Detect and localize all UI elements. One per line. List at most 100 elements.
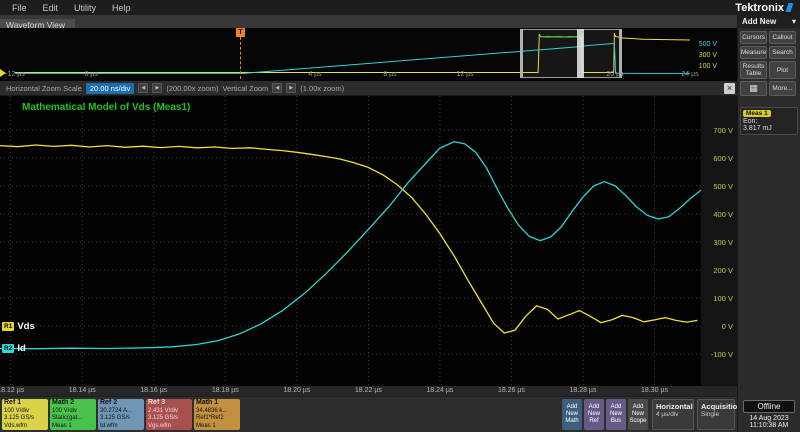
menu-bar: FileEditUtilityHelp Tektronix <box>0 0 800 15</box>
vertical-zoom-factor: (1.00x zoom) <box>300 84 344 93</box>
plot-canvas <box>0 96 737 386</box>
channel-badge-ref2[interactable]: Ref 230.2724 A...3.125 GS/sId.wfm <box>98 399 144 430</box>
badge-detail: Meas 1 <box>194 423 240 430</box>
results-table-button[interactable]: Results Table <box>740 61 767 79</box>
overview-time-label: 20 µs <box>600 71 630 78</box>
channel-badge-ref3[interactable]: Ref 32.431 V/div3.125 GS/sVgs.wfm <box>146 399 192 430</box>
badge-detail: 34.4836 k... <box>194 408 240 416</box>
channel-badge-math1[interactable]: Math 134.4836 k...Ref1*Ref2Meas 1 <box>194 399 240 430</box>
x-axis-tick-label: 18.30 µs <box>633 387 677 394</box>
add-new-scope-button[interactable]: AddNewScope <box>628 399 648 430</box>
horizontal-panel-title: Horizontal <box>656 402 690 411</box>
offline-button[interactable]: Offline <box>743 400 795 413</box>
add-new-math-button[interactable]: AddNewMath <box>562 399 582 430</box>
meas1-badge[interactable]: Meas 1 <box>743 110 771 117</box>
plot-annotation: Mathematical Model of Vds (Meas1) <box>22 102 190 113</box>
acquisition-mode-value: Single <box>701 411 731 418</box>
x-axis-tick-label: 18.20 µs <box>275 387 319 394</box>
x-axis-labels: 18.12 µs18.14 µs18.16 µs18.18 µs18.20 µs… <box>0 386 737 396</box>
add-new-bus-button[interactable]: AddNewBus <box>606 399 626 430</box>
zoom-view-bar[interactable] <box>577 29 584 78</box>
tektronix-logo: Tektronix <box>735 2 800 14</box>
y-axis-tick-label: 100 V <box>703 294 733 303</box>
cursors-button[interactable]: Cursors <box>740 31 767 44</box>
status-clock: Offline 14 Aug 2023 11:10:38 AM <box>738 400 800 429</box>
meas1-result-row: 3.817 mJ <box>743 125 795 132</box>
plot-button[interactable]: Plot <box>769 61 796 79</box>
x-axis-tick-label: 18.14 µs <box>60 387 104 394</box>
zoom-window-left-handle[interactable] <box>520 29 523 78</box>
zoom-toolbar: Horizontal Zoom Scale 20.00 ns/div ◀ ▶ (… <box>0 81 737 96</box>
meas1-panel[interactable]: Meas 1 Eon:3.817 mJ <box>740 107 798 135</box>
overview-time-label: 24 µs <box>675 71 705 78</box>
badge-detail: Id.wfm <box>98 423 144 430</box>
x-axis-tick-label: 18.26 µs <box>489 387 533 394</box>
trigger-marker[interactable]: T <box>236 28 245 37</box>
badge-title: Ref 3 <box>146 399 192 408</box>
badge-grid-icon: ▦ <box>749 83 758 94</box>
add-new-header[interactable]: Add New ▾ <box>738 15 800 28</box>
badge-title: Math 2 <box>50 399 96 408</box>
id-trace <box>0 142 701 349</box>
channel-badge-ref1[interactable]: Ref 1100 V/div3.125 GS/sVds.wfm <box>2 399 48 430</box>
badge-detail: Vgs.wfm <box>146 423 192 430</box>
x-axis-tick-label: 18.16 µs <box>132 387 176 394</box>
badge-detail: 3.125 GS/s <box>98 415 144 423</box>
main-column: Waveform View T -12 µs-8 µs4 µs8 µs12 µs… <box>0 15 737 432</box>
channel-ref-badge[interactable]: R1 <box>2 322 14 331</box>
menu-utility[interactable]: Utility <box>66 3 104 13</box>
close-zoom-icon[interactable]: × <box>724 83 735 94</box>
channel-marker-vds[interactable]: R1Vds <box>2 321 35 332</box>
x-axis-tick-label: 18.22 µs <box>346 387 390 394</box>
overview-time-label: 8 µs <box>375 71 405 78</box>
waveform-plot[interactable]: 700 V600 V500 V400 V300 V200 V100 V0 V-1… <box>0 96 737 386</box>
horizontal-zoom-increase-button[interactable]: ▶ <box>152 83 162 93</box>
add-new-button-line: Add <box>606 404 626 411</box>
time-label: 11:10:38 AM <box>738 422 800 429</box>
tektronix-logo-text: Tektronix <box>735 2 784 14</box>
sidebar-buttons: CursorsCalloutMeasureSearchResults Table… <box>738 28 800 99</box>
badge-grid-button[interactable]: ▦ <box>740 81 767 96</box>
oscilloscope-app: FileEditUtilityHelp Tektronix Waveform V… <box>0 0 800 432</box>
acquisition-overview[interactable]: T -12 µs-8 µs4 µs8 µs12 µs20 µs24 µs 500… <box>0 28 737 81</box>
horizontal-zoom-decrease-button[interactable]: ◀ <box>138 83 148 93</box>
badge-detail: 100 V/div <box>2 408 48 416</box>
meas1-result-row: Eon: <box>743 118 795 125</box>
y-axis-tick-label: 0 V <box>703 322 733 331</box>
x-axis-tick-label: 18.24 µs <box>418 387 462 394</box>
add-new-header-label: Add New <box>742 17 776 26</box>
menu-help[interactable]: Help <box>104 3 139 13</box>
channel-badge-math2[interactable]: Math 2100 V/divStatic(gat...Meas 1 <box>50 399 96 430</box>
measure-button[interactable]: Measure <box>740 46 767 59</box>
more-button[interactable]: More... <box>769 81 796 96</box>
badge-detail: 3.125 GS/s <box>146 415 192 423</box>
overview-time-label: 12 µs <box>450 71 480 78</box>
menu-file[interactable]: File <box>4 3 35 13</box>
menu-edit[interactable]: Edit <box>35 3 67 13</box>
bottom-bar: Ref 1100 V/div3.125 GS/sVds.wfmMath 2100… <box>0 396 737 432</box>
vertical-zoom-decrease-button[interactable]: ◀ <box>272 83 282 93</box>
add-new-button-line: New <box>584 411 604 418</box>
y-axis-tick-label: 700 V <box>703 126 733 135</box>
chevron-down-icon: ▾ <box>792 17 796 26</box>
badge-detail: Vds.wfm <box>2 423 48 430</box>
vertical-zoom-label: Vertical Zoom <box>222 84 268 93</box>
add-new-ref-button[interactable]: AddNewRef <box>584 399 604 430</box>
add-new-buttons: AddNewMathAddNewRefAddNewBusAddNewScope <box>562 399 648 430</box>
overview-time-label: -8 µs <box>75 71 105 78</box>
overview-scale-label: 500 V <box>691 41 717 48</box>
callout-button[interactable]: Callout <box>769 31 796 44</box>
add-new-button-line: New <box>606 411 626 418</box>
vertical-zoom-increase-button[interactable]: ▶ <box>286 83 296 93</box>
tektronix-logo-mark <box>786 3 794 12</box>
right-sidebar: Add New ▾ CursorsCalloutMeasureSearchRes… <box>737 15 800 432</box>
horizontal-panel[interactable]: Horizontal 4 µs/div <box>652 399 694 430</box>
acquisition-panel[interactable]: Acquisition Single <box>697 399 735 430</box>
badge-detail: 3.125 GS/s <box>2 415 48 423</box>
channel-ref-badge[interactable]: R2 <box>2 344 14 353</box>
channel-marker-id[interactable]: R2Id <box>2 343 26 354</box>
add-new-button-line: Scope <box>628 418 648 425</box>
y-axis-tick-label: 200 V <box>703 266 733 275</box>
search-button[interactable]: Search <box>769 46 796 59</box>
horizontal-zoom-scale-value[interactable]: 20.00 ns/div <box>86 83 134 94</box>
